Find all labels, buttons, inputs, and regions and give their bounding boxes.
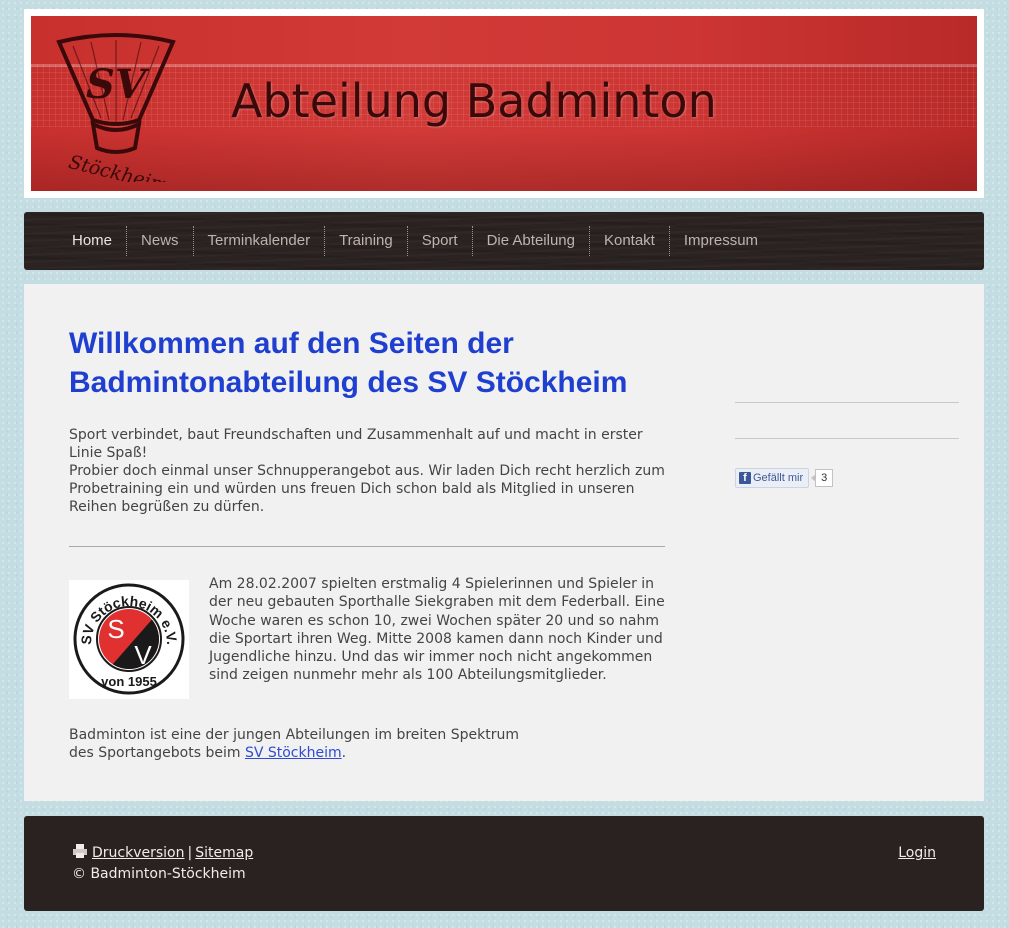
facebook-like-label: Gefällt mir [753, 472, 804, 484]
svg-text:SV: SV [86, 61, 150, 108]
intro-text: Sport verbindet, baut Freundschaften und… [69, 426, 679, 516]
page-footer: Druckversion | Sitemap © Badminton-Stöck… [24, 816, 984, 911]
main-content: Willkommen auf den Seiten der Badmintona… [24, 284, 984, 801]
print-version-link[interactable]: Druckversion [92, 845, 185, 861]
sitemap-link[interactable]: Sitemap [195, 845, 253, 861]
svg-text:von 1955: von 1955 [101, 674, 157, 689]
club-logo: S V SV Stöckheim e.V. von 1955 [69, 580, 189, 699]
facebook-like-widget: f Gefällt mir 3 [735, 468, 834, 488]
header: SV Stöckheim Abteilung Badminton [24, 9, 984, 198]
nav-item-impressum[interactable]: Impressum [668, 226, 772, 256]
nav-item-home[interactable]: Home [62, 226, 126, 256]
nav-item-terminkalender[interactable]: Terminkalender [192, 226, 325, 256]
badminton-logo: SV Stöckheim [56, 33, 176, 182]
main-navigation: Home News Terminkalender Training Sport … [24, 212, 984, 270]
svg-text:Stöckheim: Stöckheim [66, 151, 170, 182]
facebook-icon: f [739, 472, 751, 484]
nav-item-die-abteilung[interactable]: Die Abteilung [471, 226, 589, 256]
footer-separator: | [187, 845, 193, 861]
nav-item-training[interactable]: Training [324, 226, 407, 256]
closing-text: Badminton ist eine der jungen Abteilunge… [69, 727, 519, 761]
svg-text:V: V [134, 640, 152, 670]
content-divider [69, 546, 665, 547]
facebook-like-count: 3 [811, 469, 834, 487]
printer-icon [73, 844, 87, 858]
intro-paragraph-1: Sport verbindet, baut Freundschaften und… [69, 427, 643, 461]
sidebar-divider-2 [735, 438, 959, 439]
intro-paragraph-2: Probier doch einmal unser Schnupperangeb… [69, 463, 665, 515]
banner-title: Abteilung Badminton [231, 74, 717, 128]
history-text: Am 28.02.2007 spielten erstmalig 4 Spiel… [209, 576, 665, 684]
header-banner: SV Stöckheim Abteilung Badminton [31, 16, 977, 191]
nav-item-news[interactable]: News [126, 226, 193, 256]
svg-text:S: S [107, 614, 124, 644]
sidebar-divider-1 [735, 402, 959, 403]
copyright: © Badminton-Stöckheim [72, 866, 246, 882]
sv-stoeckheim-link[interactable]: SV Stöckheim [245, 745, 342, 761]
facebook-like-button[interactable]: f Gefällt mir [735, 468, 810, 488]
footer-links: Druckversion | Sitemap [72, 844, 253, 861]
nav-item-kontakt[interactable]: Kontakt [588, 226, 669, 256]
login-link[interactable]: Login [898, 845, 936, 861]
nav-item-sport[interactable]: Sport [406, 226, 472, 256]
page-title: Willkommen auf den Seiten der Badmintona… [69, 327, 628, 399]
